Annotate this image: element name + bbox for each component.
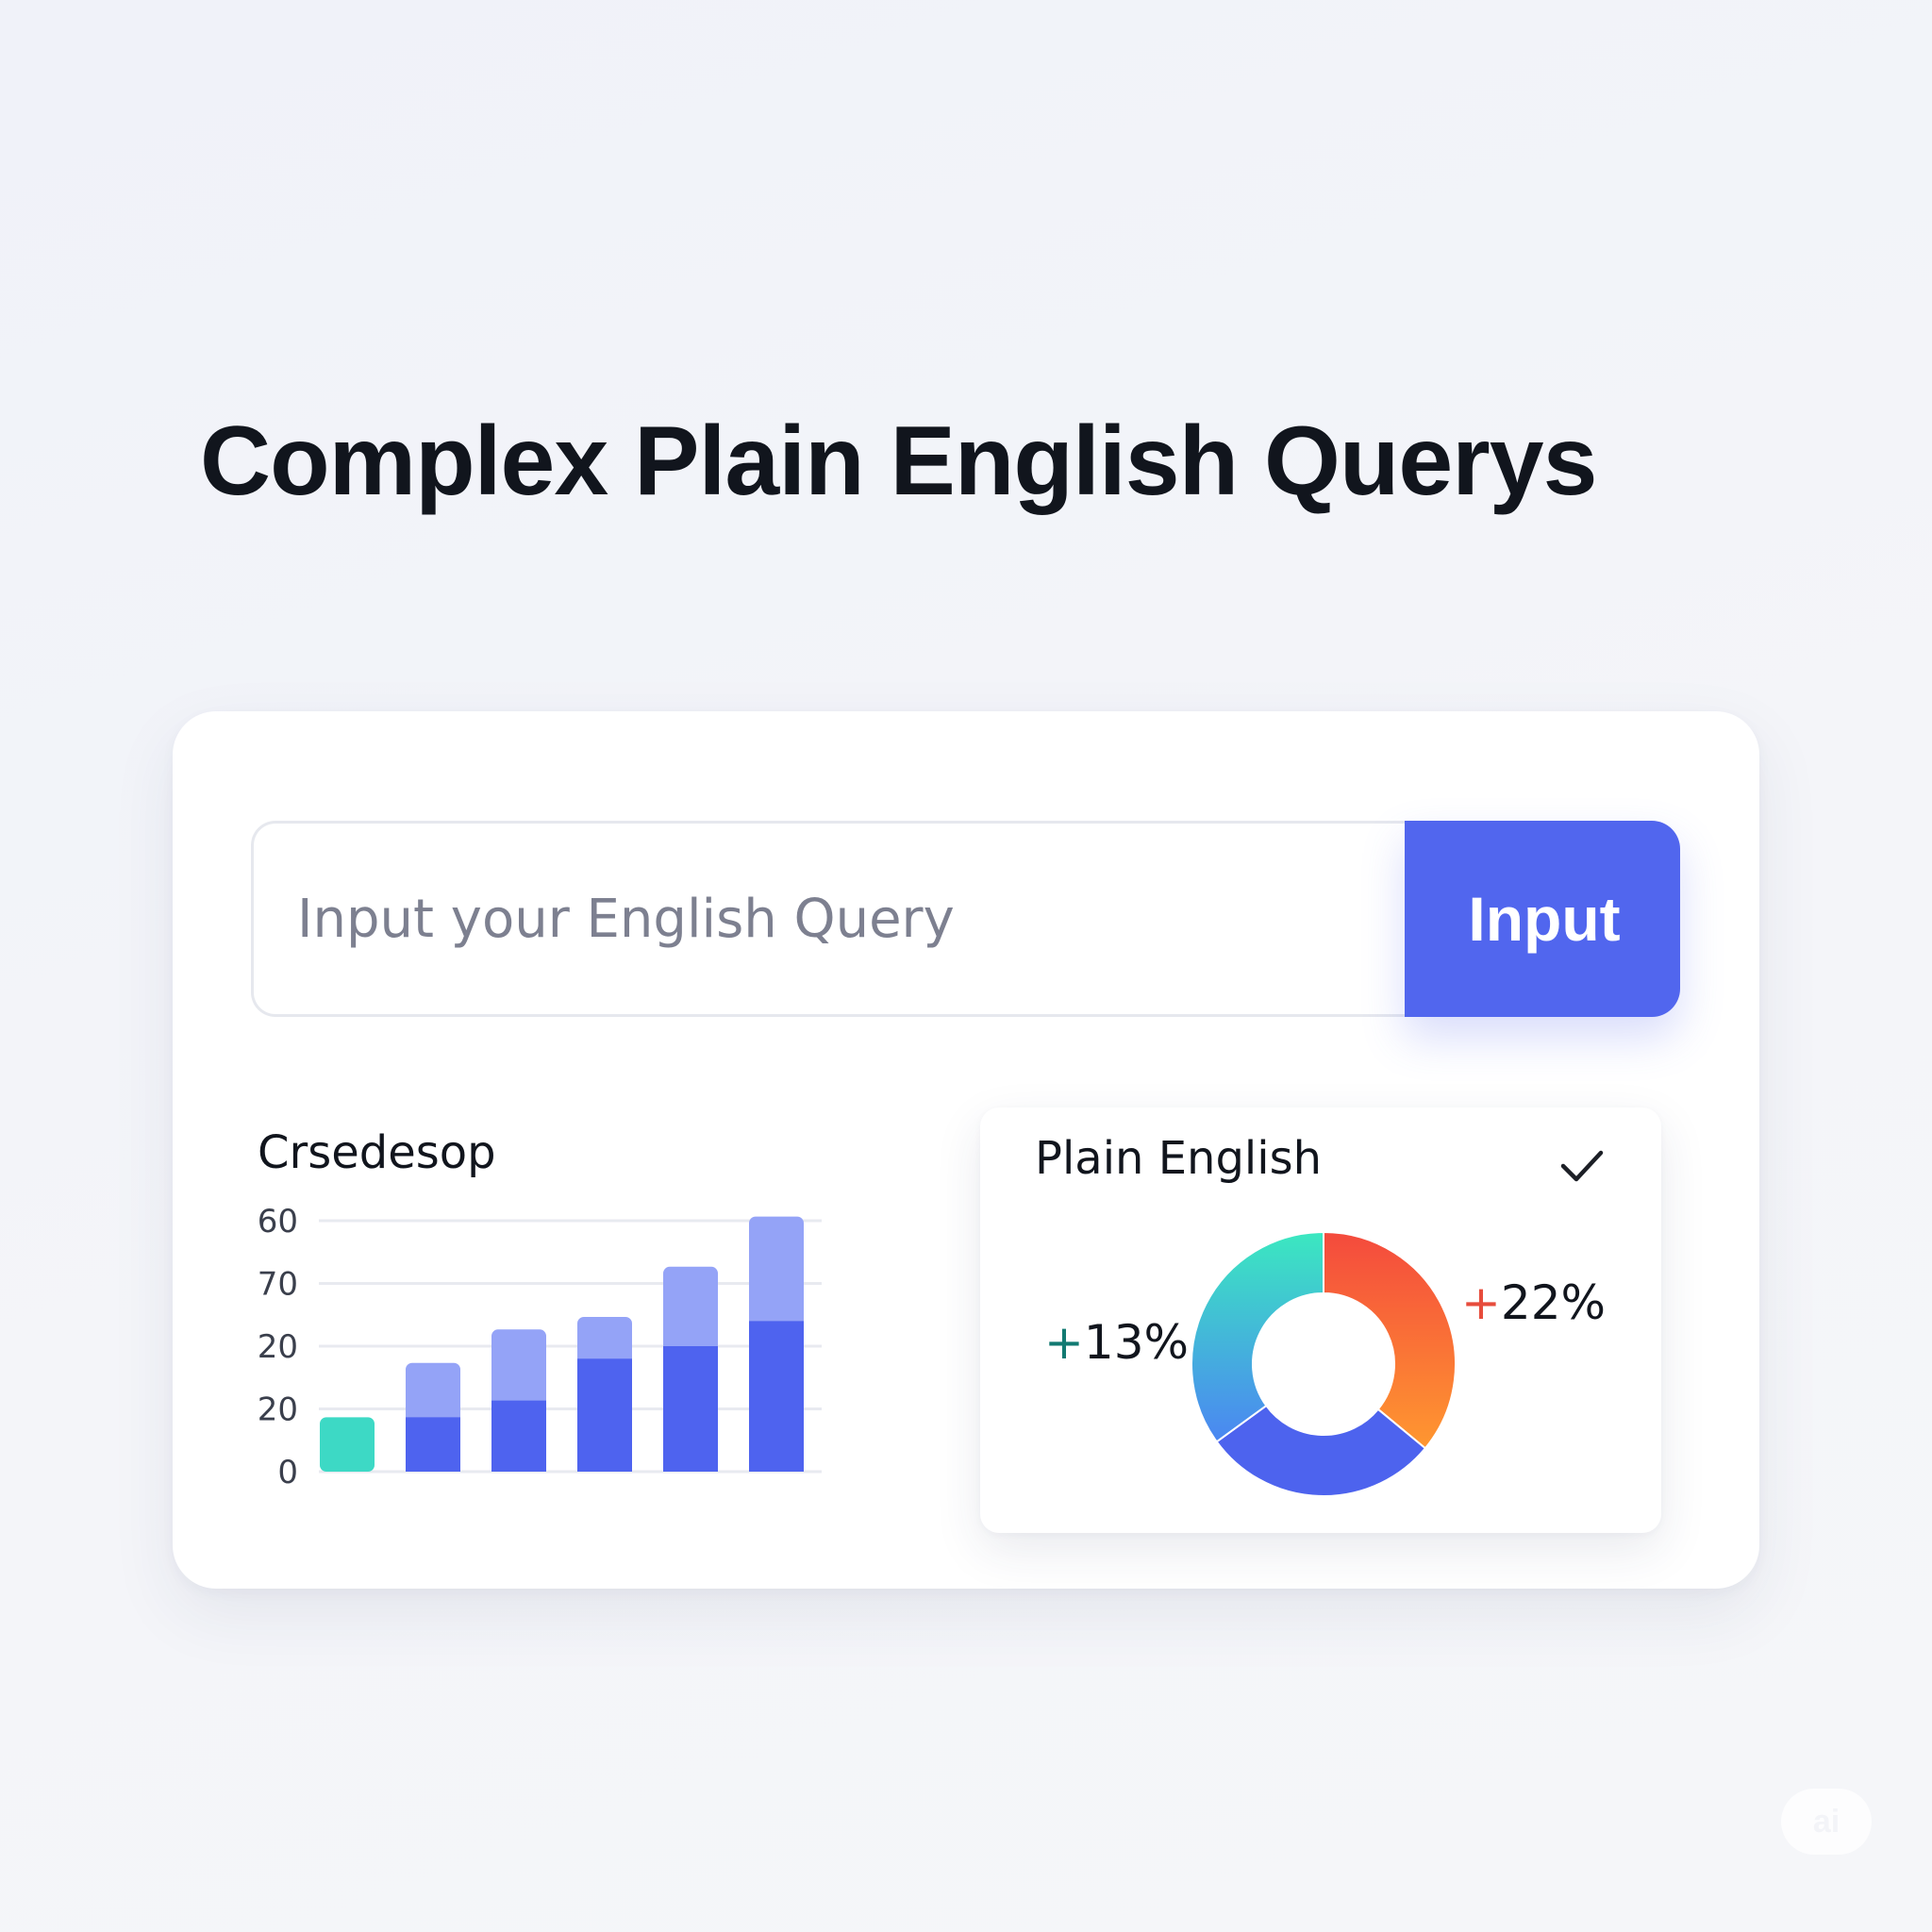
delta-value-left: 13% xyxy=(1083,1315,1190,1370)
bar-base-segment xyxy=(749,1321,804,1472)
bar xyxy=(663,1266,718,1472)
donut-slice xyxy=(1191,1230,1324,1443)
y-tick-label: 20 xyxy=(258,1391,298,1429)
delta-value-right: 22% xyxy=(1500,1275,1607,1330)
bar-chart-title: Crsedesop xyxy=(258,1126,496,1179)
bar xyxy=(406,1362,460,1472)
page-title: Complex Plain English Querys xyxy=(200,407,1597,516)
bar xyxy=(491,1329,546,1472)
delta-label-right: +22% xyxy=(1461,1275,1606,1330)
donut-slice xyxy=(1323,1230,1457,1450)
corner-badge: ai xyxy=(1781,1789,1872,1855)
bar-base-segment xyxy=(663,1346,718,1472)
input-button[interactable]: Input xyxy=(1405,821,1680,1017)
bar-chart-panel: Crsedesop 60 70 20 20 0 xyxy=(258,1126,1012,1504)
donut-chart-panel: Plain English +13% +22% xyxy=(980,1108,1661,1533)
check-icon[interactable] xyxy=(1557,1141,1607,1191)
bar-base-segment xyxy=(577,1358,632,1472)
bar-segment xyxy=(320,1417,375,1472)
delta-sign-right: + xyxy=(1461,1275,1501,1330)
query-card: Input Crsedesop 60 70 20 20 0 Plain English … xyxy=(173,711,1759,1589)
query-input[interactable] xyxy=(297,824,1354,1014)
y-tick-label: 60 xyxy=(258,1203,298,1241)
bar xyxy=(749,1216,804,1472)
delta-label-left: +13% xyxy=(1044,1315,1189,1370)
bar xyxy=(577,1316,632,1472)
donut-chart-title: Plain English xyxy=(1035,1132,1323,1185)
bar-chart: 60 70 20 20 0 xyxy=(258,1203,822,1491)
delta-sign-left: + xyxy=(1044,1315,1084,1370)
bar-base-segment xyxy=(406,1417,460,1472)
bar xyxy=(320,1417,375,1472)
query-field[interactable] xyxy=(251,821,1421,1017)
y-tick-label: 0 xyxy=(277,1454,298,1491)
y-tick-label: 70 xyxy=(258,1266,298,1304)
y-tick-label: 20 xyxy=(258,1328,298,1366)
bar-base-segment xyxy=(491,1400,546,1472)
